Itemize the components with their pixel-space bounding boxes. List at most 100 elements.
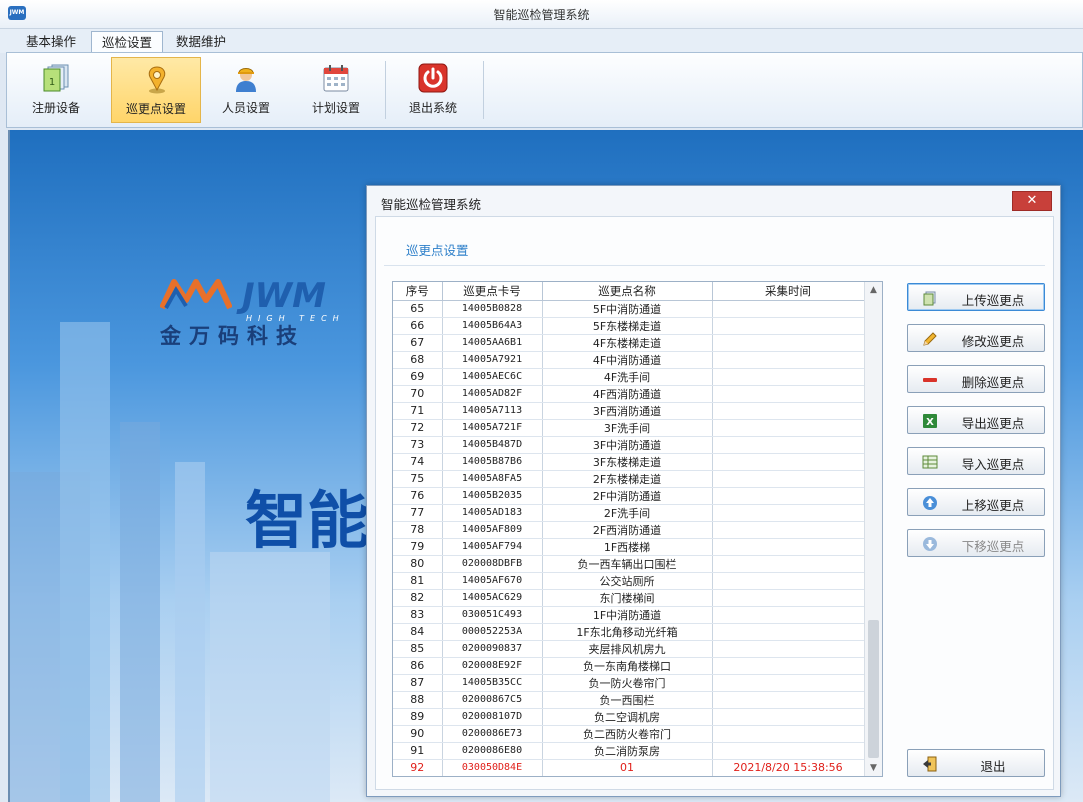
row-card-number: 14005AA6B1 [442,334,543,352]
import-point-button[interactable]: 导入巡更点 [907,447,1045,475]
row-card-number: 020008107D [442,708,543,726]
table-row[interactable]: 81 14005AF670 公交站厕所 [393,572,865,590]
table-row[interactable]: 74 14005B87B6 3F东楼梯走道 [393,453,865,471]
row-card-number: 14005A721F [442,419,543,437]
tab-basic-operation[interactable]: 基本操作 [16,31,86,53]
table-row[interactable]: 88 02000867C5 负一西围栏 [393,691,865,709]
upload-point-button[interactable]: 上传巡更点 [907,283,1045,311]
row-collect-time: 2021/8/20 15:38:56 [712,759,865,776]
delete-point-button[interactable]: 删除巡更点 [907,365,1045,393]
row-point-name: 负一东南角楼梯口 [542,657,713,675]
table-row[interactable]: 75 14005A8FA5 2F东楼梯走道 [393,470,865,488]
row-card-number: 14005AD183 [442,504,543,522]
column-header-card-number[interactable]: 巡更点卡号 [442,282,543,301]
banner-headline: 智能 [245,484,370,557]
row-point-name: 4F中消防通道 [542,351,713,369]
section-title: 巡更点设置 [406,243,469,258]
table-row[interactable]: 90 0200086E73 负二西防火卷帘门 [393,725,865,743]
row-collect-time [712,385,865,403]
table-row[interactable]: 73 14005B487D 3F中消防通道 [393,436,865,454]
table-row[interactable]: 76 14005B2035 2F中消防通道 [393,487,865,505]
patrol-point-table[interactable]: 序号 巡更点卡号 巡更点名称 采集时间 65 14005B0828 5F中消防通道 6… [392,281,883,777]
row-index: 85 [393,640,443,658]
table-row[interactable]: 89 020008107D 负二空调机房 [393,708,865,726]
table-row[interactable]: 85 0200090837 夹层排风机房九 [393,640,865,658]
upload-icon [923,291,936,306]
table-row[interactable]: 87 14005B35CC 负一防火卷帘门 [393,674,865,692]
table-row[interactable]: 82 14005AC629 东门楼梯间 [393,589,865,607]
arrow-up-icon [923,496,937,510]
exit-button[interactable]: 退出 [907,749,1045,777]
row-index: 89 [393,708,443,726]
edit-point-button[interactable]: 修改巡更点 [907,324,1045,352]
column-header-index[interactable]: 序号 [393,282,443,301]
row-card-number: 14005AEC6C [442,368,543,386]
scrollbar-thumb[interactable] [868,620,879,758]
plan-settings-button[interactable]: 计划设置 [291,57,381,123]
ribbon-separator [483,61,484,119]
column-header-collect-time[interactable]: 采集时间 [712,282,865,301]
row-point-name: 负二消防泵房 [542,742,713,760]
row-card-number: 030051C493 [442,606,543,624]
scroll-down-arrow-icon[interactable]: ▼ [865,760,882,776]
row-point-name: 3F中消防通道 [542,436,713,454]
vertical-scrollbar[interactable]: ▲ ▼ [864,282,882,776]
arrow-down-icon [923,537,937,551]
company-name: 金万码科技 [160,324,305,348]
row-point-name: 2F西消防通道 [542,521,713,539]
row-collect-time [712,300,865,318]
logo-text: JWM [242,276,326,316]
tab-patrol-settings[interactable]: 巡检设置 [91,31,164,53]
row-index: 69 [393,368,443,386]
window-title: 智能巡检管理系统 [493,8,590,22]
ribbon-tabs: 基本操作 巡检设置 数据维护 [0,29,1083,53]
row-point-name: 2F中消防通道 [542,487,713,505]
export-point-button[interactable]: X 导出巡更点 [907,406,1045,434]
exit-system-button[interactable]: 退出系统 [388,57,478,123]
table-row[interactable]: 69 14005AEC6C 4F洗手间 [393,368,865,386]
row-collect-time [712,708,865,726]
close-button[interactable]: ✕ [1012,191,1052,211]
patrol-point-settings-button[interactable]: 巡更点设置 [111,57,201,123]
table-row[interactable]: 66 14005B64A3 5F东楼梯走道 [393,317,865,335]
table-row[interactable]: 84 000052253A 1F东北角移动光纤箱 [393,623,865,641]
row-card-number: 14005A7113 [442,402,543,420]
table-row[interactable]: 83 030051C493 1F中消防通道 [393,606,865,624]
table-row[interactable]: 91 0200086E80 负二消防泵房 [393,742,865,760]
table-row[interactable]: 92 030050D84E 01 2021/8/20 15:38:56 [393,759,865,776]
row-index: 68 [393,351,443,369]
table-row[interactable]: 65 14005B0828 5F中消防通道 [393,300,865,318]
table-row[interactable]: 86 020008E92F 负一东南角楼梯口 [393,657,865,675]
move-down-point-button[interactable]: 下移巡更点 [907,529,1045,557]
row-point-name: 3F东楼梯走道 [542,453,713,471]
row-collect-time [712,691,865,709]
row-collect-time [712,402,865,420]
personnel-settings-button[interactable]: 人员设置 [201,57,291,123]
row-card-number: 0200086E73 [442,725,543,743]
table-row[interactable]: 79 14005AF794 1F西楼梯 [393,538,865,556]
register-device-button[interactable]: 1 注册设备 [11,57,101,123]
table-row[interactable]: 80 020008DBFB 负一西车辆出口围栏 [393,555,865,573]
table-row[interactable]: 67 14005AA6B1 4F东楼梯走道 [393,334,865,352]
row-index: 88 [393,691,443,709]
table-row[interactable]: 70 14005AD82F 4F西消防通道 [393,385,865,403]
move-up-point-button[interactable]: 上移巡更点 [907,488,1045,516]
row-index: 83 [393,606,443,624]
column-header-point-name[interactable]: 巡更点名称 [542,282,713,301]
table-row[interactable]: 72 14005A721F 3F洗手间 [393,419,865,437]
table-row[interactable]: 71 14005A7113 3F西消防通道 [393,402,865,420]
dialog-title: 智能巡检管理系统 [381,197,482,212]
row-index: 74 [393,453,443,471]
row-index: 71 [393,402,443,420]
excel-icon: X [923,414,937,428]
row-card-number: 14005B487D [442,436,543,454]
worker-icon [236,68,256,92]
table-row[interactable]: 68 14005A7921 4F中消防通道 [393,351,865,369]
tab-data-maintenance[interactable]: 数据维护 [166,31,236,53]
row-index: 87 [393,674,443,692]
scroll-up-arrow-icon[interactable]: ▲ [865,282,882,298]
table-row[interactable]: 77 14005AD183 2F洗手间 [393,504,865,522]
row-collect-time [712,351,865,369]
row-index: 76 [393,487,443,505]
table-row[interactable]: 78 14005AF809 2F西消防通道 [393,521,865,539]
